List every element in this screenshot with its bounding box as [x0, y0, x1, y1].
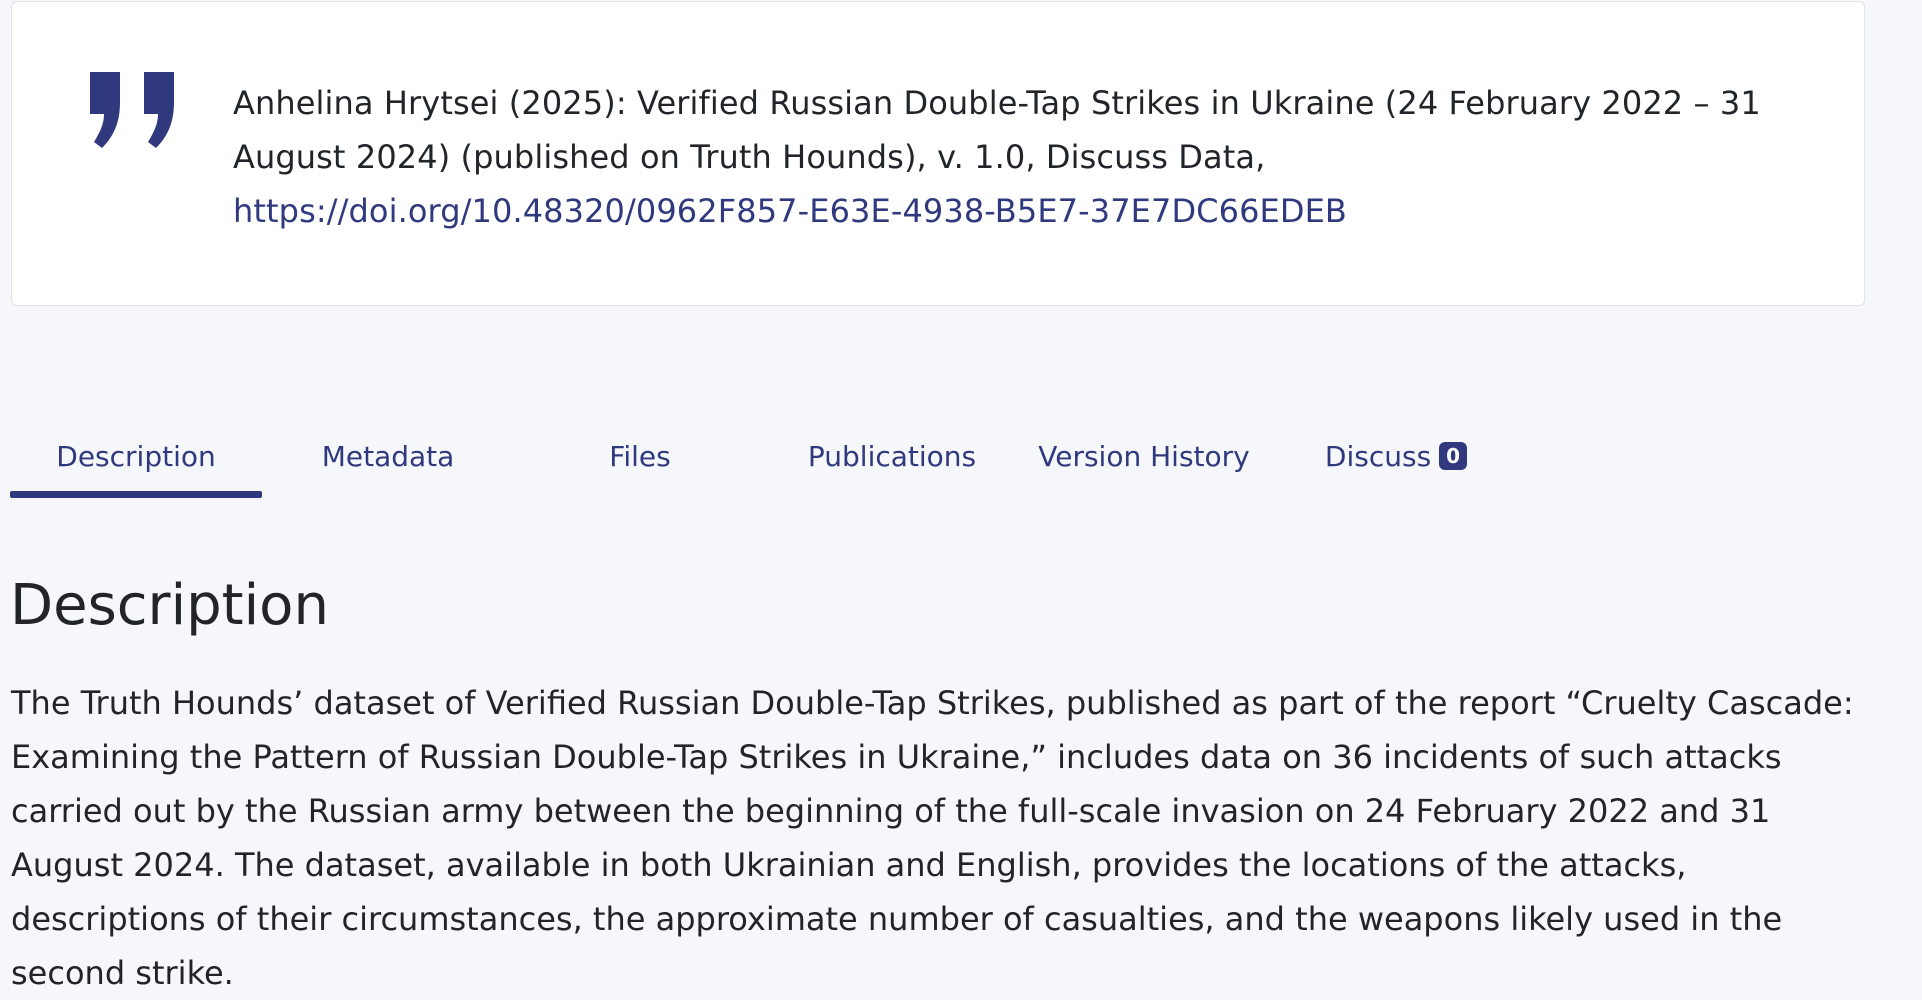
citation-reference: Anhelina Hrytsei (2025): Verified Russia… [233, 84, 1761, 176]
tab-description-label: Description [56, 439, 216, 473]
tab-files[interactable]: Files [514, 418, 766, 494]
section-title: Description [10, 573, 329, 638]
tab-version-history-label: Version History [1038, 439, 1250, 473]
tab-description[interactable]: Description [10, 418, 262, 498]
citation-card: Anhelina Hrytsei (2025): Verified Russia… [11, 1, 1865, 306]
tab-publications-label: Publications [807, 439, 977, 473]
quote-icon [90, 72, 174, 148]
tab-discuss[interactable]: Discuss 0 [1270, 418, 1522, 494]
tab-publications[interactable]: Publications [766, 418, 1018, 494]
tab-discuss-label: Discuss [1324, 439, 1432, 473]
citation-text: Anhelina Hrytsei (2025): Verified Russia… [233, 76, 1853, 238]
tab-files-label: Files [609, 439, 671, 473]
tab-metadata[interactable]: Metadata [262, 418, 514, 494]
tab-metadata-label: Metadata [321, 439, 455, 473]
tab-version-history[interactable]: Version History [1018, 418, 1270, 494]
description-text: The Truth Hounds’ dataset of Verified Ru… [11, 684, 1854, 992]
discuss-count-badge: 0 [1439, 442, 1468, 470]
doi-link[interactable]: https://doi.org/10.48320/0962F857-E63E-4… [233, 184, 1853, 238]
tab-bar: Description Metadata Files Publications … [10, 418, 1522, 498]
